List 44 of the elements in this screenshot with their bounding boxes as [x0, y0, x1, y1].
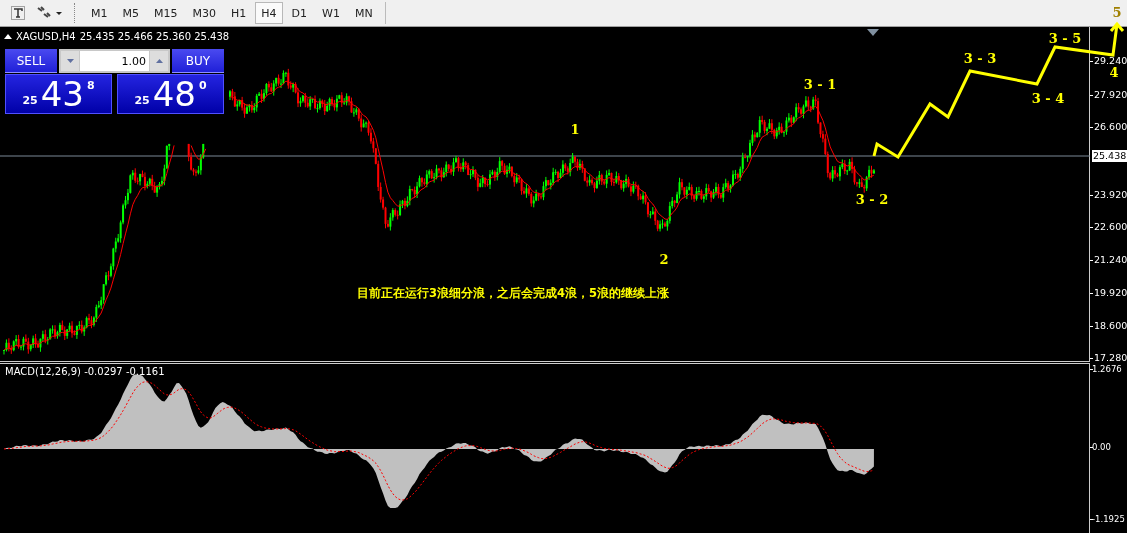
macd-label: MACD(12,26,9) -0.0297 -0.1161: [5, 366, 165, 377]
macd-axis-label: 1.2676: [1092, 363, 1122, 375]
timeframe-tab[interactable]: M15: [148, 2, 184, 24]
timeframe-tab[interactable]: W1: [316, 2, 346, 24]
analysis-note: 目前正在运行3浪细分浪，之后会完成4浪，5浪的继续上涨: [357, 286, 669, 301]
wave-label: 1: [570, 121, 580, 137]
collapse-icon[interactable]: [4, 34, 12, 39]
price-axis-label: 19.920: [1094, 287, 1127, 299]
ohlc-values: 25.435 25.466 25.360 25.438: [79, 31, 230, 42]
macd-axis-label: 0.00: [1092, 441, 1111, 453]
wave-label: 4: [1109, 64, 1119, 80]
wave-label: 3 - 1: [803, 76, 837, 92]
price-axis-label: 26.600: [1094, 121, 1127, 133]
buy-button[interactable]: BUY: [172, 49, 224, 73]
price-axis-label: 18.600: [1094, 320, 1127, 332]
wave-label: 5: [1112, 4, 1122, 20]
timeframe-tab[interactable]: D1: [285, 2, 314, 24]
timeframe-tab[interactable]: H4: [255, 2, 283, 24]
timeframe-tab[interactable]: MN: [348, 2, 379, 24]
lot-size-field[interactable]: 1.00: [59, 49, 170, 73]
price-axis-label: 21.240: [1094, 254, 1127, 266]
sell-button[interactable]: SELL: [5, 49, 57, 73]
price-axis-label: 27.920: [1094, 89, 1127, 101]
price-axis-label: 17.280: [1094, 352, 1127, 364]
timeframe-tab[interactable]: H1: [225, 2, 253, 24]
wave-label: 2: [659, 251, 669, 267]
timeframe-tab[interactable]: M5: [116, 2, 145, 24]
wave-label: 3 - 4: [1031, 90, 1065, 106]
timeframe-tab[interactable]: M1: [85, 2, 114, 24]
caret-down-icon: [66, 59, 74, 63]
current-price-label: 25.438: [1092, 150, 1127, 162]
chart-shift-icon[interactable]: [867, 29, 879, 36]
wave-label: 3 - 5: [1048, 30, 1082, 46]
symbol-title: XAGUSD,H4: [16, 31, 76, 42]
caret-up-icon: [155, 59, 163, 63]
decrease-button[interactable]: [61, 51, 79, 71]
price-axis-label: 23.920: [1094, 189, 1127, 201]
increase-button[interactable]: [150, 51, 168, 71]
macd-axis-label: -1.1925: [1092, 513, 1125, 525]
price-axis-label: 22.600: [1094, 221, 1127, 233]
wave-label: 3 - 3: [963, 50, 997, 66]
price-axis-label: 29.240: [1094, 55, 1127, 67]
timeframe-tab[interactable]: M30: [186, 2, 222, 24]
wave-label: 3 - 2: [855, 191, 889, 207]
